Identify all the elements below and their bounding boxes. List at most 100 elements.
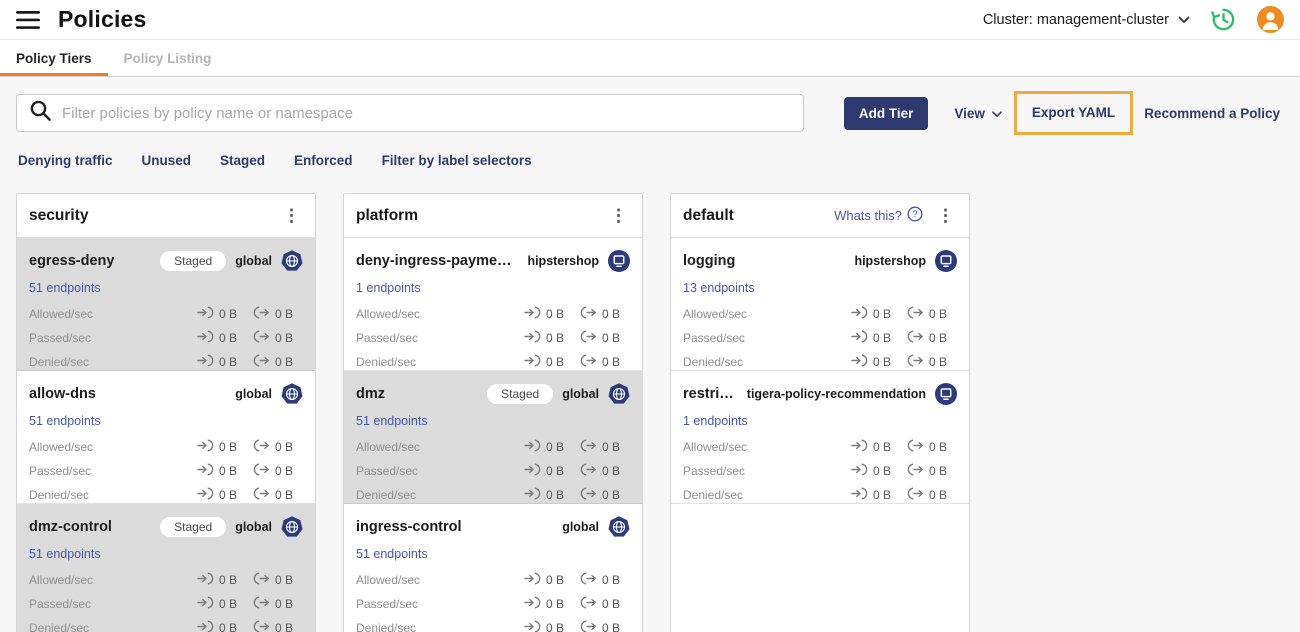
policy-name: logging xyxy=(683,253,736,269)
metric-row: Passed/sec 0 B 0 B xyxy=(683,463,957,479)
arrow-in-icon xyxy=(851,306,868,322)
add-tier-button[interactable]: Add Tier xyxy=(843,96,929,130)
quick-filter-unused[interactable]: Unused xyxy=(142,153,192,168)
policy-name: ingress-control xyxy=(356,519,462,535)
policy-card[interactable]: dmz Staged global 51 endpoints Allowed/s… xyxy=(344,371,642,504)
policy-scope: hipstershop xyxy=(854,254,926,268)
arrow-out-icon xyxy=(580,463,597,479)
metric-label: Passed/sec xyxy=(683,464,746,478)
content: Add Tier View Export YAML Recommend a Po… xyxy=(0,78,1300,632)
tab-policy-listing[interactable]: Policy Listing xyxy=(108,40,228,76)
metric-row: Denied/sec 0 B 0 B xyxy=(356,620,630,632)
policy-card[interactable]: ingress-control global 51 endpoints Allo… xyxy=(344,504,642,632)
metric-out-value: 0 B xyxy=(275,307,294,321)
svg-text:?: ? xyxy=(912,209,917,219)
policy-endpoints-link[interactable]: 51 endpoints xyxy=(356,414,428,428)
quick-filters: Denying traffic Unused Staged Enforced F… xyxy=(18,153,532,168)
metric-in-value: 0 B xyxy=(219,488,238,502)
quick-filter-denying-traffic[interactable]: Denying traffic xyxy=(18,153,113,168)
metric-list: Allowed/sec 0 B 0 B Passed/sec 0 B 0 B D… xyxy=(356,572,630,632)
arrow-out-icon xyxy=(580,354,597,370)
metric-row: Passed/sec 0 B 0 B xyxy=(29,330,303,346)
tab-policy-tiers[interactable]: Policy Tiers xyxy=(0,40,108,76)
metric-label: Passed/sec xyxy=(356,597,419,611)
cluster-selector[interactable]: Cluster: management-cluster xyxy=(983,12,1190,28)
search-icon xyxy=(29,99,52,127)
view-dropdown[interactable]: View xyxy=(954,106,1002,121)
policy-card[interactable]: egress-deny Staged global 51 endpoints A… xyxy=(17,238,315,371)
kebab-icon[interactable]: ⋮ xyxy=(934,207,957,224)
policy-scope: hipstershop xyxy=(527,254,599,268)
tier-header: security ⋮ xyxy=(17,194,315,238)
policy-endpoints-link[interactable]: 1 endpoints xyxy=(356,281,421,295)
arrow-in-icon xyxy=(524,620,541,632)
metric-row: Allowed/sec 0 B 0 B xyxy=(683,306,957,322)
kebab-icon[interactable]: ⋮ xyxy=(280,207,303,224)
metric-row: Allowed/sec 0 B 0 B xyxy=(29,572,303,588)
policy-endpoints-link[interactable]: 1 endpoints xyxy=(683,414,748,428)
policy-endpoints-link[interactable]: 51 endpoints xyxy=(29,281,101,295)
metric-in-value: 0 B xyxy=(546,597,565,611)
policy-filter-input[interactable] xyxy=(62,104,791,122)
arrow-out-icon xyxy=(580,439,597,455)
arrow-in-icon xyxy=(851,330,868,346)
policy-name: dmz-control xyxy=(29,519,112,535)
metric-out-value: 0 B xyxy=(929,440,948,454)
metric-out-value: 0 B xyxy=(602,440,621,454)
metric-label: Passed/sec xyxy=(29,331,92,345)
arrow-in-icon xyxy=(524,306,541,322)
policy-endpoints-link[interactable]: 51 endpoints xyxy=(356,547,428,561)
quick-filter-label-selectors[interactable]: Filter by label selectors xyxy=(382,153,532,168)
arrow-out-icon xyxy=(907,463,924,479)
tabbar: Policy Tiers Policy Listing xyxy=(0,40,1300,77)
menu-icon[interactable] xyxy=(16,10,40,29)
quick-filter-staged[interactable]: Staged xyxy=(220,153,265,168)
kebab-icon[interactable]: ⋮ xyxy=(607,207,630,224)
policy-scope: global xyxy=(235,520,272,534)
metric-label: Passed/sec xyxy=(29,597,92,611)
metric-label: Allowed/sec xyxy=(356,573,421,587)
metric-in-value: 0 B xyxy=(219,464,238,478)
metric-row: Allowed/sec 0 B 0 B xyxy=(356,306,630,322)
arrow-out-icon xyxy=(253,354,270,370)
metric-out-value: 0 B xyxy=(602,355,621,369)
metric-in-value: 0 B xyxy=(546,355,565,369)
metric-out-value: 0 B xyxy=(275,488,294,502)
namespace-icon xyxy=(608,250,630,272)
metric-label: Allowed/sec xyxy=(356,440,421,454)
metric-list: Allowed/sec 0 B 0 B Passed/sec 0 B 0 B D… xyxy=(356,439,630,503)
metric-out-value: 0 B xyxy=(602,621,621,632)
policy-card[interactable]: restricted tigera-policy-recommendation … xyxy=(671,371,969,504)
policy-card[interactable]: deny-ingress-paymentservi… hipstershop 1… xyxy=(344,238,642,371)
policy-endpoints-link[interactable]: 13 endpoints xyxy=(683,281,755,295)
quick-filter-enforced[interactable]: Enforced xyxy=(294,153,353,168)
policy-name: allow-dns xyxy=(29,386,96,402)
metric-row: Passed/sec 0 B 0 B xyxy=(356,330,630,346)
policy-endpoints-link[interactable]: 51 endpoints xyxy=(29,414,101,428)
history-icon[interactable] xyxy=(1210,6,1237,33)
arrow-in-icon xyxy=(524,572,541,588)
arrow-in-icon xyxy=(197,596,214,612)
arrow-out-icon xyxy=(253,487,270,503)
recommend-policy-button[interactable]: Recommend a Policy xyxy=(1144,106,1280,121)
avatar-icon[interactable] xyxy=(1257,6,1284,33)
tier-header: default Whats this? ? ⋮ xyxy=(671,194,969,238)
metric-row: Allowed/sec 0 B 0 B xyxy=(356,439,630,455)
arrow-in-icon xyxy=(524,596,541,612)
policy-endpoints-link[interactable]: 51 endpoints xyxy=(29,547,101,561)
tier-name: security xyxy=(29,206,89,224)
policy-card[interactable]: dmz-control Staged global 51 endpoints A… xyxy=(17,504,315,632)
metric-list: Allowed/sec 0 B 0 B Passed/sec 0 B 0 B D… xyxy=(29,439,303,503)
metric-label: Denied/sec xyxy=(29,621,90,632)
metric-row: Passed/sec 0 B 0 B xyxy=(683,330,957,346)
arrow-out-icon xyxy=(253,596,270,612)
policy-card[interactable]: logging hipstershop 13 endpoints Allowed… xyxy=(671,238,969,371)
policy-card[interactable]: allow-dns global 51 endpoints Allowed/se… xyxy=(17,371,315,504)
metric-in-value: 0 B xyxy=(546,331,565,345)
export-yaml-button[interactable]: Export YAML xyxy=(1032,105,1115,120)
metric-in-value: 0 B xyxy=(546,307,565,321)
metric-label: Allowed/sec xyxy=(29,573,94,587)
arrow-out-icon xyxy=(907,306,924,322)
tier-help-link[interactable]: Whats this? ? xyxy=(834,206,923,225)
metric-out-value: 0 B xyxy=(275,464,294,478)
